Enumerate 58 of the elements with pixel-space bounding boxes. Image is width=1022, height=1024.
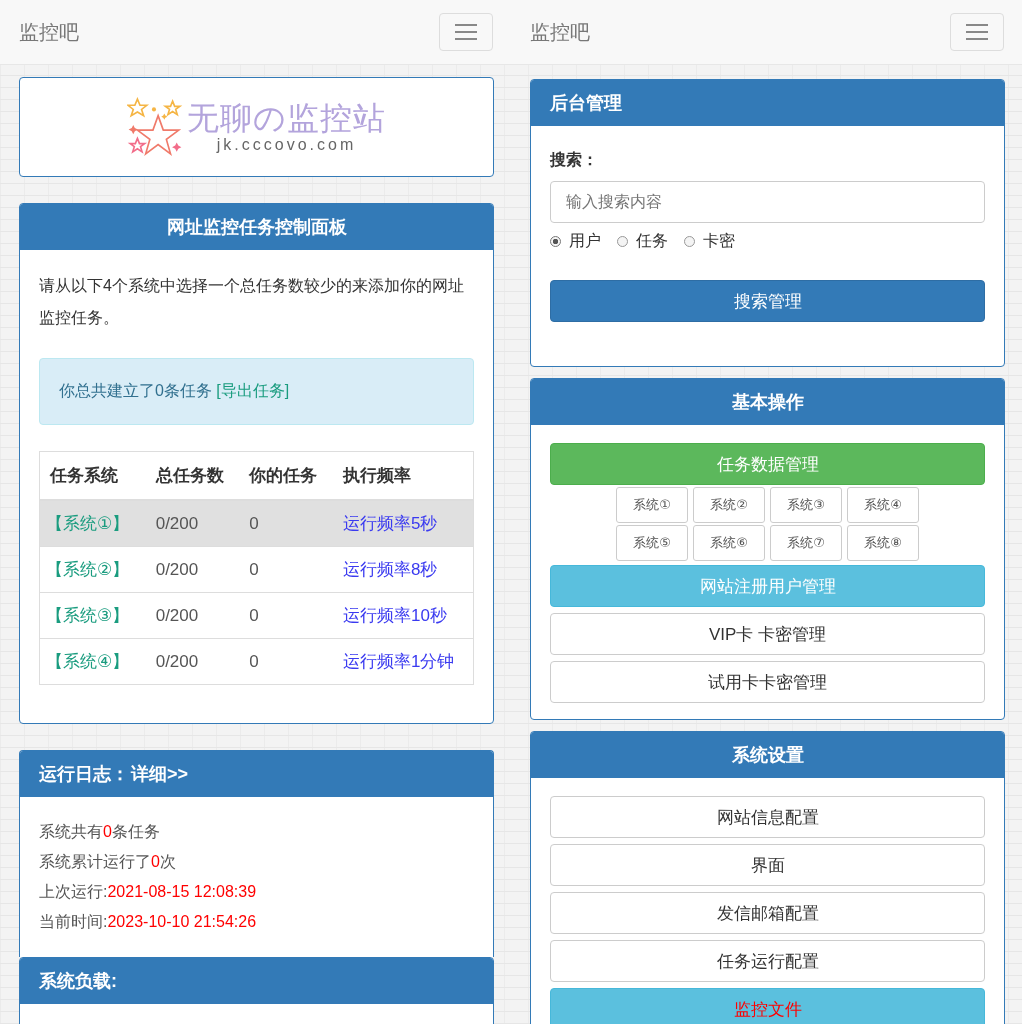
brand-link[interactable]: 监控吧 xyxy=(530,18,590,46)
search-label: 搜索： xyxy=(550,150,599,170)
brand-link[interactable]: 监控吧 xyxy=(19,18,79,46)
frequency-link[interactable]: 运行频率1分钟 xyxy=(343,652,455,671)
action-button[interactable]: VIP卡 卡密管理 xyxy=(550,613,985,655)
table-cell: 0 xyxy=(239,546,333,593)
action-button[interactable]: 任务运行配置 xyxy=(550,940,985,982)
action-button[interactable]: 试用卡卡密管理 xyxy=(550,661,985,703)
system-link[interactable]: 【系统③】 xyxy=(46,606,130,625)
radio-label[interactable]: 卡密 xyxy=(703,231,735,252)
table-cell: 0/200 xyxy=(145,592,240,639)
system-button[interactable]: 系统⑤ xyxy=(616,525,688,561)
menu-icon xyxy=(454,24,478,40)
action-button[interactable]: 发信邮箱配置 xyxy=(550,892,985,934)
panel-title: 后台管理 xyxy=(550,92,622,115)
radio-label[interactable]: 用户 xyxy=(569,231,601,252)
system-button[interactable]: 系统⑧ xyxy=(847,525,919,561)
search-field[interactable]: 输入搜索内容 xyxy=(550,181,985,223)
table-cell: 0/200 xyxy=(145,546,240,593)
table-cell: 0 xyxy=(239,592,333,639)
action-button[interactable]: 网站信息配置 xyxy=(550,796,985,838)
system-button[interactable]: 系统④ xyxy=(847,487,919,523)
panel-title: 系统设置 xyxy=(731,744,804,767)
panel-title: 系统负载: xyxy=(39,970,117,993)
system-button[interactable]: 系统① xyxy=(616,487,688,523)
log-line: 当前时间:2023-10-10 21:54:26 xyxy=(39,912,258,932)
table-cell: 0/200 xyxy=(145,638,240,685)
radio-button[interactable] xyxy=(617,236,628,247)
menu-button[interactable] xyxy=(439,13,493,51)
menu-icon xyxy=(965,24,989,40)
log-line: 系统累计运行了0次 xyxy=(39,852,177,872)
table-cell: 0/200 xyxy=(145,500,240,547)
log-line: 系统共有0条任务 xyxy=(39,822,161,842)
system-button[interactable]: 系统⑦ xyxy=(770,525,842,561)
radio-button[interactable] xyxy=(684,236,695,247)
frequency-link[interactable]: 运行频率10秒 xyxy=(343,606,447,625)
stars-icon xyxy=(127,97,183,157)
panel-title: 基本操作 xyxy=(731,391,804,414)
log-line: 上次运行:2021-08-15 12:08:39 xyxy=(39,882,258,902)
system-button[interactable]: 系统② xyxy=(693,487,765,523)
search-button[interactable]: 搜索管理 xyxy=(550,280,985,322)
menu-button[interactable] xyxy=(950,13,1004,51)
system-button[interactable]: 系统⑥ xyxy=(693,525,765,561)
table-cell: 0 xyxy=(239,638,333,685)
table-cell: 0 xyxy=(239,500,333,547)
frequency-link[interactable]: 运行频率5秒 xyxy=(343,514,438,533)
radio-button[interactable] xyxy=(550,236,561,247)
system-button[interactable]: 系统③ xyxy=(770,487,842,523)
radio-label[interactable]: 任务 xyxy=(636,231,668,252)
details-link[interactable]: 详细>> xyxy=(131,762,189,786)
logo-url: jk.cccovo.com xyxy=(215,136,358,154)
notice-text: 你总共建立了0条任务 xyxy=(59,382,213,399)
logo-title: 无聊の监控站 xyxy=(187,100,386,136)
action-button[interactable]: 界面 xyxy=(550,844,985,886)
panel-title: 运行日志： xyxy=(39,763,129,786)
intro-text: 请从以下4个系统中选择一个总任务数较少的来添加你的网址监控任务。 xyxy=(39,276,465,328)
panel-title: 网址监控任务控制面板 xyxy=(166,216,347,239)
frequency-link[interactable]: 运行频率8秒 xyxy=(343,560,438,579)
